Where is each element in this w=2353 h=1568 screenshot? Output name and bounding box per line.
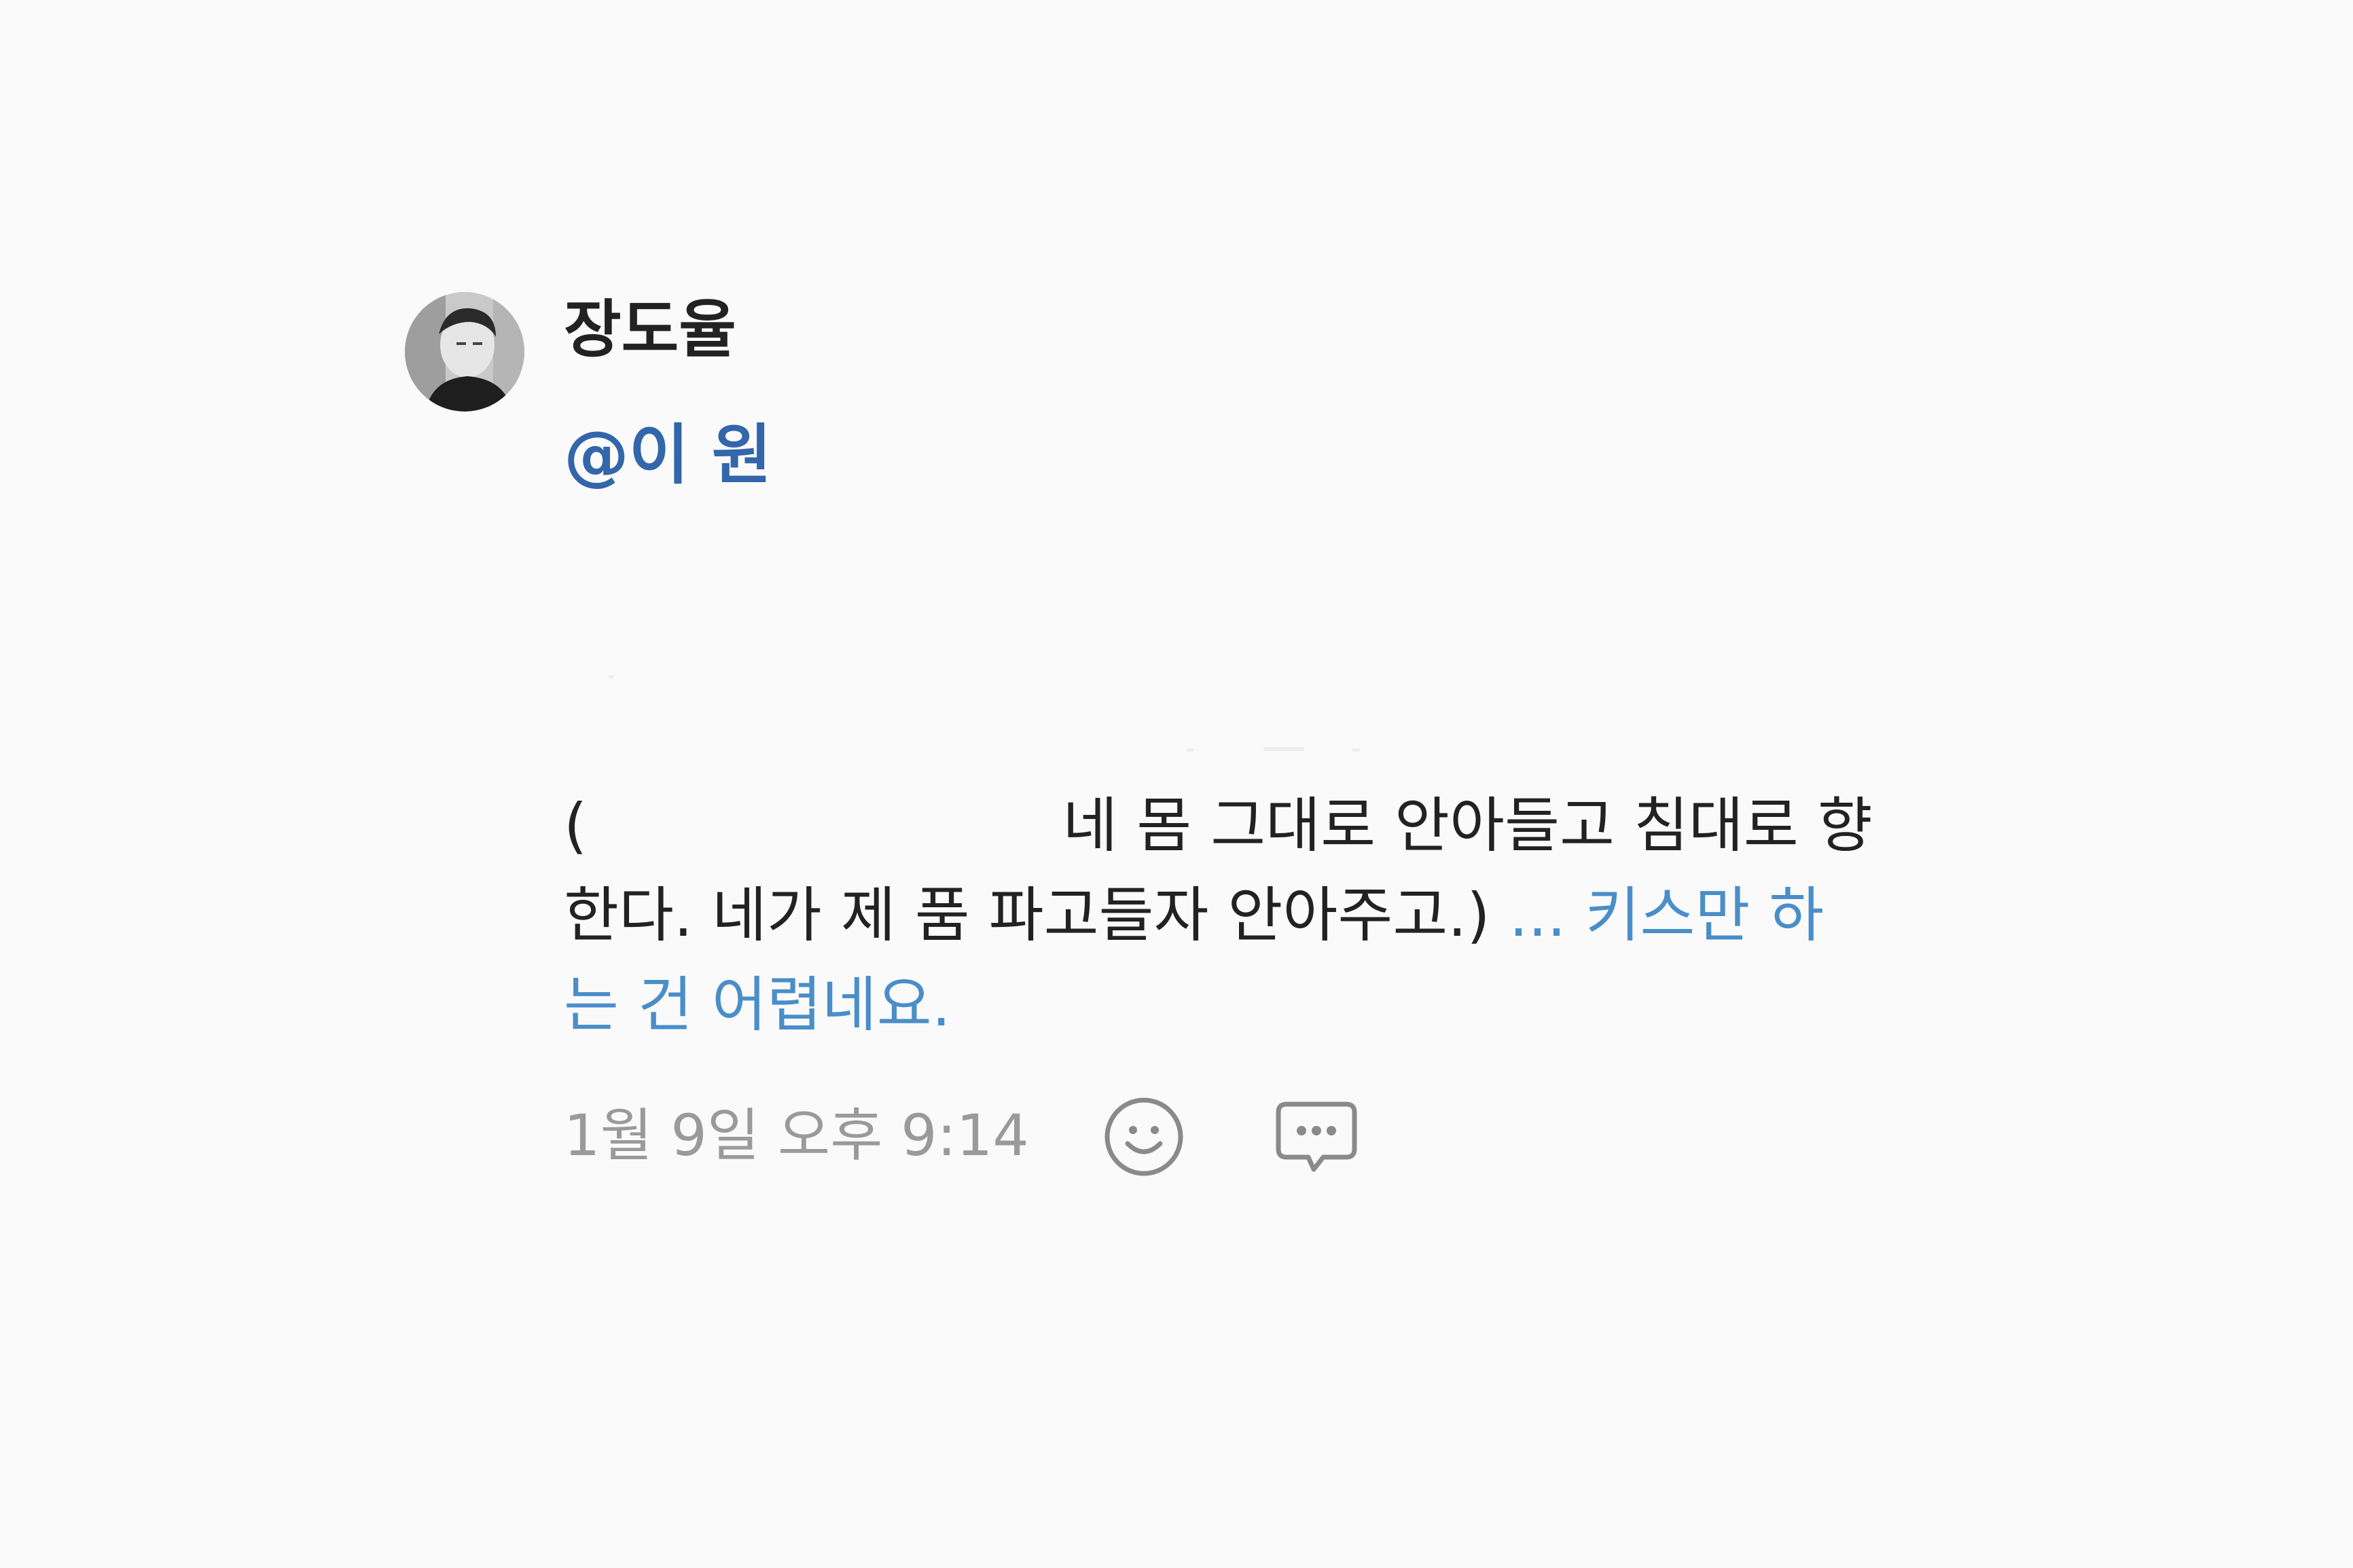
faint-mark <box>1352 748 1360 752</box>
comment-link[interactable]: ... 키스만 하 <box>1490 880 1825 950</box>
comment-body: ( 네 몸 그대로 안아들고 침대로 향 한다. 네가 제 품 파고들자 안아주고… <box>564 781 1956 1050</box>
timestamp: 1월 9일 오후 9:14 <box>564 1102 1029 1169</box>
comment-text: 한다. 네가 제 품 파고들자 안아주고.) <box>564 880 1490 950</box>
comment-link[interactable]: 는 건 어렵네요. <box>564 970 951 1040</box>
comment-text: 네 몸 그대로 안아들고 침대로 향 <box>1062 790 1873 860</box>
comment-line-1: ( 네 몸 그대로 안아들고 침대로 향 <box>564 781 1956 871</box>
faint-mark <box>1263 747 1304 751</box>
chat-bubble-icon[interactable] <box>1274 1095 1359 1179</box>
comment-card: 장도율 @이 원 ( 네 몸 그대로 안아들고 침대로 향 한다. 네가 제 품 … <box>0 0 2353 1568</box>
mention-link[interactable]: @이 원 <box>564 422 772 488</box>
comment-line-3: 는 건 어렵네요. <box>564 960 1956 1050</box>
author-name[interactable]: 장도율 <box>564 299 736 361</box>
comment-line-2: 한다. 네가 제 품 파고들자 안아주고.) ... 키스만 하 <box>564 871 1956 960</box>
faint-mark <box>1186 748 1194 752</box>
smile-icon[interactable] <box>1102 1095 1186 1179</box>
avatar-photo <box>405 292 524 412</box>
comment-text: ( <box>564 790 588 860</box>
comment-meta: 1월 9일 오후 9:14 <box>564 1095 1029 1176</box>
faint-mark <box>609 675 614 678</box>
avatar[interactable] <box>405 292 524 412</box>
